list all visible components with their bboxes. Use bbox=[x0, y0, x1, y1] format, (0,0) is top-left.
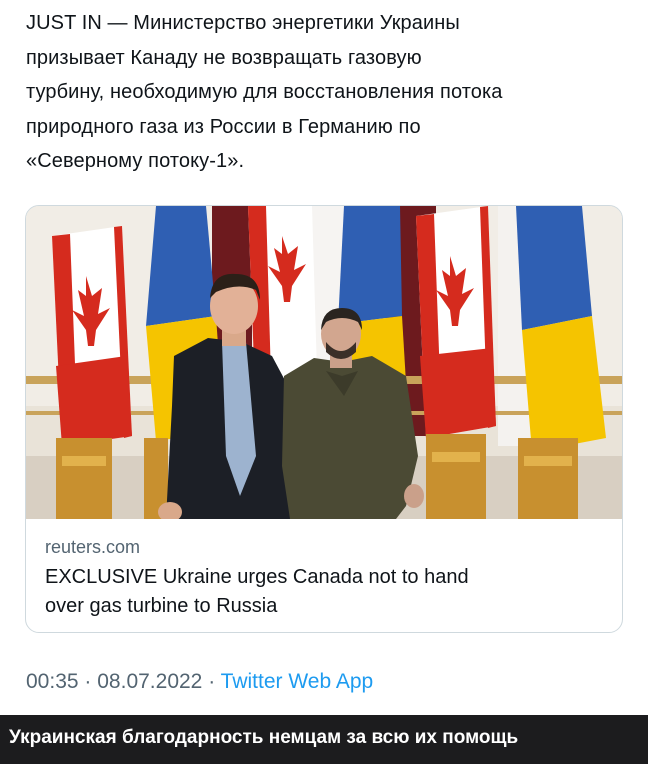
card-title: EXCLUSIVE Ukraine urges Canada not to ha… bbox=[45, 563, 605, 621]
card-title-line: over gas turbine to Russia bbox=[45, 595, 278, 617]
meta-separator: · bbox=[208, 670, 216, 693]
tweet-time: 00:35 bbox=[26, 670, 79, 693]
tweet-line: призывает Канаду не возвращать газовую bbox=[26, 46, 422, 69]
caption-bar: Украинская благодарность немцам за всю и… bbox=[0, 715, 648, 764]
link-card[interactable]: reuters.com EXCLUSIVE Ukraine urges Cana… bbox=[25, 205, 623, 633]
meta-separator: · bbox=[84, 670, 92, 693]
caption-text: Украинская благодарность немцам за всю и… bbox=[9, 727, 519, 748]
tweet-date: 08.07.2022 bbox=[97, 670, 203, 693]
tweet-source-link[interactable]: Twitter Web App bbox=[221, 670, 374, 693]
tweet-line: «Северному потоку-1». bbox=[26, 150, 245, 172]
tweet-line: JUST IN — Министерство энергетики Украин… bbox=[26, 12, 460, 34]
tweet-meta: 00:35 · 08.07.2022 · Twitter Web App bbox=[26, 670, 373, 694]
card-domain: reuters.com bbox=[45, 537, 141, 557]
tweet-line: турбину, необходимую для восстановления … bbox=[26, 81, 503, 103]
tweet-line: природного газа из России в Германию по bbox=[26, 115, 421, 138]
card-title-line: EXCLUSIVE Ukraine urges Canada not to ha… bbox=[45, 566, 469, 588]
tweet-text: JUST IN — Министерство энергетики Украин… bbox=[26, 6, 626, 179]
card-image bbox=[26, 206, 622, 519]
